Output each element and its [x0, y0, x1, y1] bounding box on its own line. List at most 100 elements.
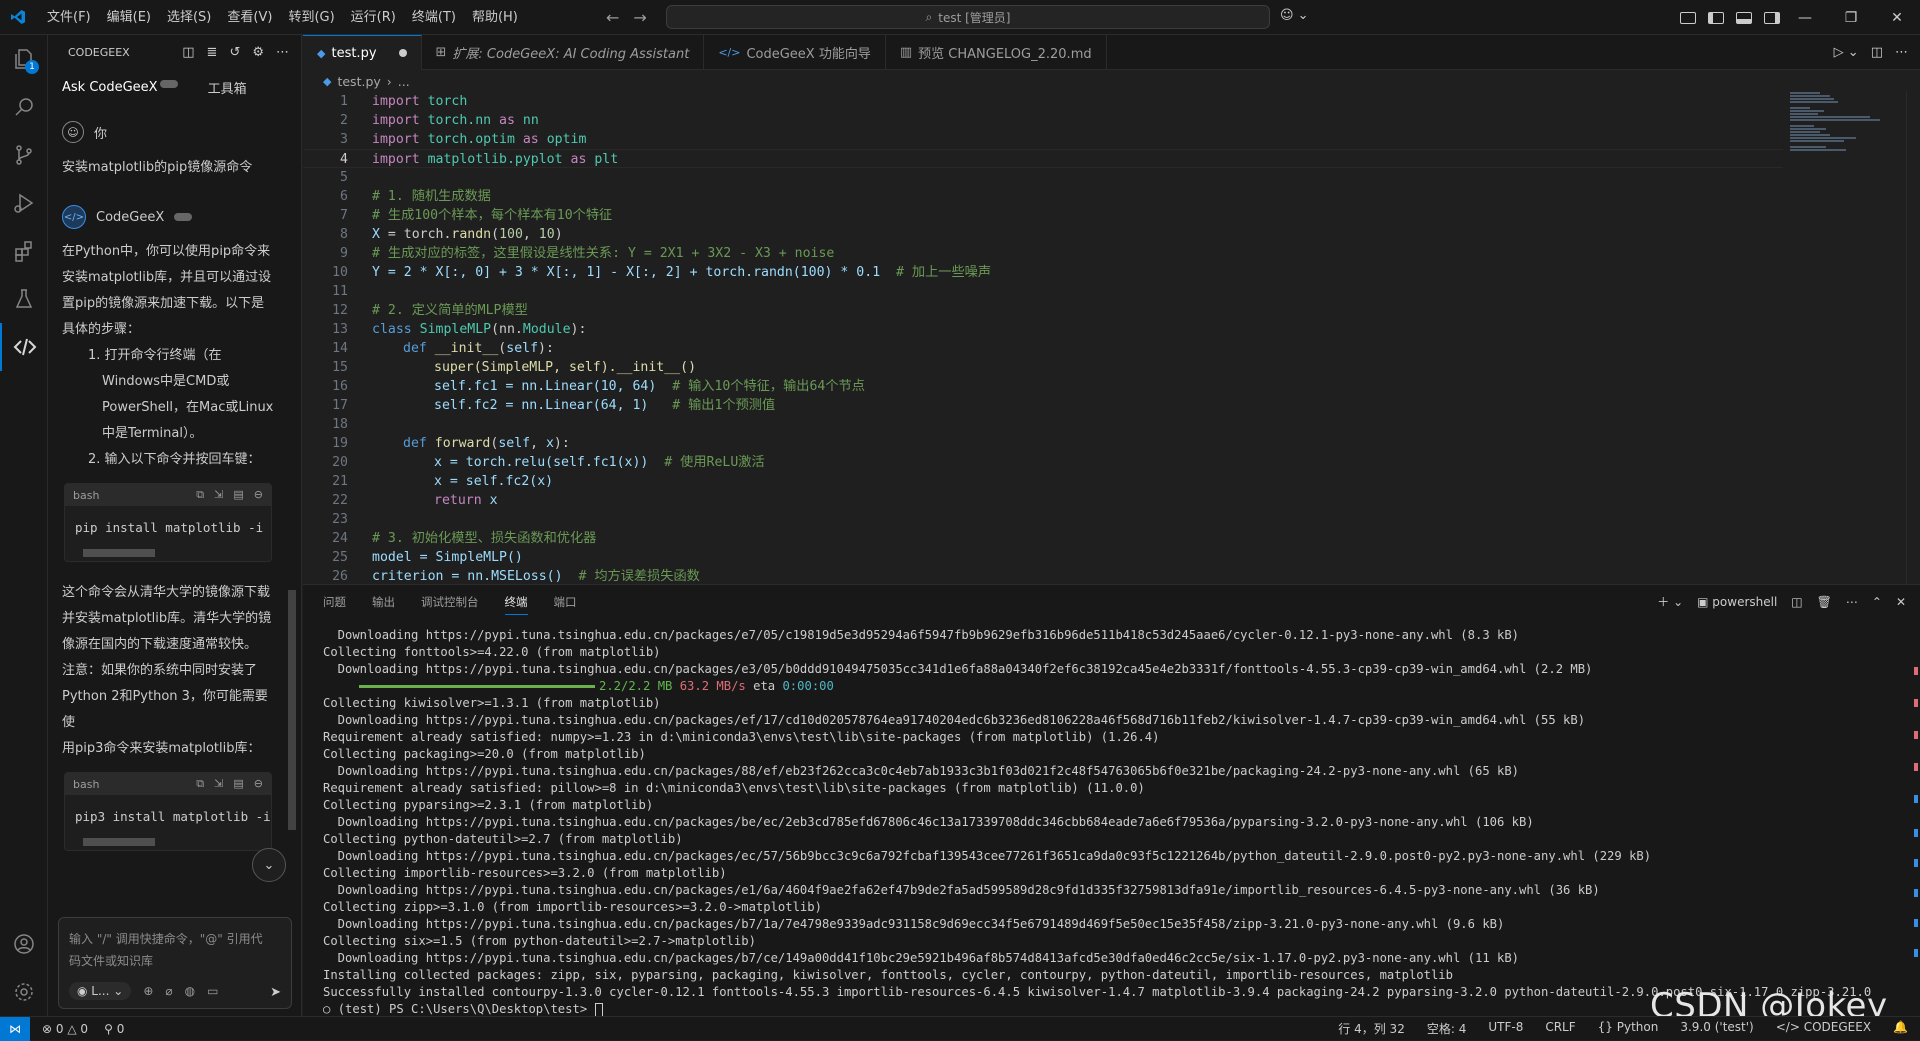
- tab-terminal[interactable]: 终端: [504, 594, 528, 615]
- tab-debug-console[interactable]: 调试控制台: [421, 594, 479, 610]
- code-scrollbar[interactable]: [73, 836, 263, 846]
- python-interpreter[interactable]: 3.9.0 ('test'): [1680, 1020, 1753, 1037]
- code-line[interactable]: 14 def __init__(self):: [303, 339, 1783, 358]
- code-line[interactable]: 18: [303, 415, 1783, 434]
- code-line[interactable]: 22 return x: [303, 491, 1783, 510]
- code-content[interactable]: pip3 install matplotlib -i https://pypi.…: [65, 795, 271, 834]
- more-circle-icon[interactable]: ⊖: [254, 488, 263, 502]
- code-line[interactable]: 11: [303, 282, 1783, 301]
- insert-icon[interactable]: ⇲: [214, 777, 223, 791]
- code-line-current[interactable]: 4 import matplotlib.pyplot as plt: [303, 149, 1783, 168]
- tab-output[interactable]: 输出: [372, 594, 395, 610]
- codegeex-status[interactable]: </> CODEGEEX: [1776, 1020, 1871, 1037]
- close-icon[interactable]: ✕: [1874, 0, 1920, 35]
- close-panel-icon[interactable]: ✕: [1896, 595, 1906, 609]
- code-line[interactable]: 7 # 生成100个样本，每个样本有10个特征: [303, 206, 1783, 225]
- more-circle-icon[interactable]: ⊖: [254, 777, 263, 791]
- split-view-icon[interactable]: ◫: [182, 45, 194, 60]
- breadcrumb-rest[interactable]: ...: [398, 74, 410, 89]
- new-file-icon[interactable]: ▤: [233, 488, 243, 502]
- sidebar-scrollbar[interactable]: [288, 590, 296, 830]
- maximize-panel-icon[interactable]: ⌃: [1872, 595, 1882, 609]
- folder-icon[interactable]: ▭: [207, 984, 218, 998]
- code-line[interactable]: 6 # 1. 随机生成数据: [303, 187, 1783, 206]
- toggle-secondary-sidebar-icon[interactable]: [1764, 11, 1780, 24]
- settings-icon[interactable]: ⚙: [252, 45, 264, 60]
- code-line[interactable]: 8X = torch.randn(100, 10): [303, 225, 1783, 244]
- code-line[interactable]: 25 model = SimpleMLP(): [303, 548, 1783, 567]
- new-terminal-icon[interactable]: ＋ ⌄: [1657, 593, 1683, 610]
- terminal-profile[interactable]: ▣ powershell: [1697, 595, 1777, 609]
- menu-file[interactable]: 文件(F): [39, 0, 99, 35]
- testing-icon[interactable]: [0, 275, 48, 323]
- run-debug-icon[interactable]: [0, 179, 48, 227]
- search-icon[interactable]: [0, 83, 48, 131]
- tab-problems[interactable]: 问题: [323, 594, 346, 610]
- menu-go[interactable]: 转到(G): [280, 0, 342, 35]
- menu-edit[interactable]: 编辑(E): [99, 0, 159, 35]
- customize-layout-icon[interactable]: [1680, 11, 1696, 24]
- trash-icon[interactable]: 🗑: [1817, 595, 1832, 609]
- code-line[interactable]: 13 class SimpleMLP(nn.Module):: [303, 320, 1783, 339]
- settings-gear-icon[interactable]: [0, 968, 48, 1016]
- minimap[interactable]: [1790, 92, 1890, 212]
- account-icon[interactable]: [0, 920, 48, 968]
- code-line[interactable]: 21 x = self.fc2(x): [303, 472, 1783, 491]
- line-ending[interactable]: CRLF: [1545, 1020, 1575, 1037]
- code-editor[interactable]: 1 import torch 2 import torch.nn as nn 3 im…: [303, 92, 1920, 584]
- restore-icon[interactable]: ❐: [1828, 0, 1874, 35]
- extensions-icon[interactable]: [0, 227, 48, 275]
- menu-selection[interactable]: 选择(S): [159, 0, 219, 35]
- code-line[interactable]: 26 criterion = nn.MSELoss() # 均方误差损失函数: [303, 567, 1783, 584]
- unsaved-dot-icon[interactable]: [398, 49, 407, 57]
- code-line[interactable]: 3 import torch.optim as optim: [303, 130, 1783, 149]
- back-arrow-icon[interactable]: ←: [606, 8, 619, 27]
- copy-icon[interactable]: ⧉: [196, 777, 204, 791]
- copy-icon[interactable]: ⧉: [196, 488, 204, 502]
- cursor-position[interactable]: 行 4，列 32: [1338, 1020, 1405, 1037]
- run-icon[interactable]: ▷ ⌄: [1834, 45, 1859, 60]
- model-selector[interactable]: ◉ L... ⌄: [69, 982, 132, 1000]
- code-line[interactable]: 10 Y = 2 * X[:, 0] + 3 * X[:, 1] - X[:, 2…: [303, 263, 1783, 282]
- notifications-icon[interactable]: 🔔: [1893, 1020, 1908, 1037]
- terminal-overview-ruler[interactable]: [1906, 619, 1920, 1017]
- breadcrumb-file[interactable]: test.py: [337, 74, 380, 89]
- code-line[interactable]: 17 self.fc2 = nn.Linear(64, 1) # 输出1个预测值: [303, 396, 1783, 415]
- source-control-icon[interactable]: [0, 131, 48, 179]
- menu-run[interactable]: 运行(R): [343, 0, 404, 35]
- tab-toolbox[interactable]: 工具箱: [208, 78, 247, 97]
- chat-input[interactable]: 输入 "/" 调用快捷命令，"@" 引用代 码文件或知识库 ◉ L... ⌄ ⊕…: [58, 917, 292, 1009]
- tab-ask-codegeex[interactable]: Ask CodeGeeX: [62, 79, 178, 95]
- code-line[interactable]: 24 # 3. 初始化模型、损失函数和优化器: [303, 529, 1783, 548]
- insert-icon[interactable]: ⇲: [214, 488, 223, 502]
- code-line[interactable]: 20 x = torch.relu(self.fc1(x)) # 使用ReLU激活: [303, 453, 1783, 472]
- web-icon[interactable]: ◍: [185, 984, 195, 998]
- menu-view[interactable]: 查看(V): [219, 0, 280, 35]
- ports-status[interactable]: ⚲ 0: [104, 1022, 124, 1036]
- more-icon[interactable]: ⋯: [1846, 595, 1858, 609]
- scroll-down-icon[interactable]: ⌄: [252, 848, 286, 882]
- tab-ports[interactable]: 端口: [554, 594, 577, 610]
- attach-icon[interactable]: ⌀: [165, 984, 172, 998]
- list-icon[interactable]: ≣: [207, 45, 218, 60]
- code-line[interactable]: 19 def forward(self, x):: [303, 434, 1783, 453]
- terminal-output[interactable]: Downloading https://pypi.tuna.tsinghua.e…: [323, 627, 1893, 1017]
- code-line[interactable]: 5: [303, 168, 1783, 187]
- code-line[interactable]: 2 import torch.nn as nn: [303, 111, 1783, 130]
- code-line[interactable]: 1 import torch: [303, 92, 1783, 111]
- remote-icon[interactable]: ⋈: [0, 1016, 30, 1041]
- toggle-panel-icon[interactable]: [1736, 11, 1752, 24]
- new-file-icon[interactable]: ▤: [233, 777, 243, 791]
- tab-changelog-preview[interactable]: ▥ 预览 CHANGELOG_2.20.md: [886, 35, 1107, 70]
- explorer-icon[interactable]: 1: [0, 35, 48, 83]
- more-icon[interactable]: ⋯: [1895, 45, 1908, 60]
- code-scrollbar[interactable]: [73, 547, 263, 557]
- split-editor-icon[interactable]: ◫: [1871, 45, 1883, 60]
- encoding[interactable]: UTF-8: [1488, 1020, 1523, 1037]
- editor-scrollbar[interactable]: [1906, 92, 1920, 584]
- minimize-icon[interactable]: —: [1782, 0, 1828, 35]
- send-icon[interactable]: ➤: [270, 985, 281, 1000]
- codegeex-icon[interactable]: [0, 323, 48, 371]
- indentation[interactable]: 空格: 4: [1427, 1020, 1467, 1037]
- more-icon[interactable]: ⋯: [276, 45, 289, 60]
